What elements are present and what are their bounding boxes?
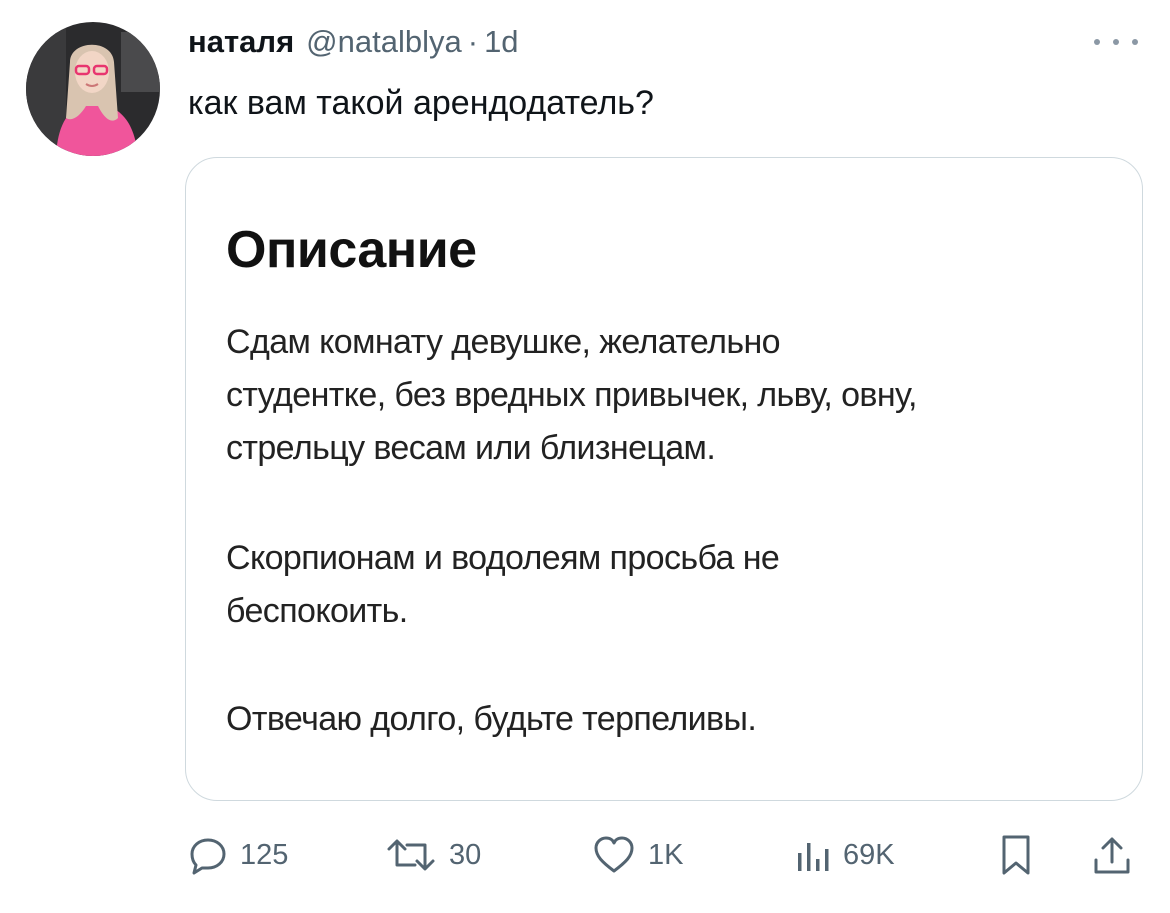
reply-count: 125 xyxy=(240,838,289,871)
profile-photo xyxy=(26,22,160,156)
user-handle[interactable]: @natalblya xyxy=(306,24,462,60)
share-icon xyxy=(1094,837,1130,874)
views-icon xyxy=(798,843,829,871)
retweet-icon xyxy=(387,839,435,871)
avatar[interactable] xyxy=(26,22,160,156)
retweet-button[interactable]: 30 xyxy=(385,830,481,880)
timestamp[interactable]: 1d xyxy=(484,24,518,60)
bookmark-icon xyxy=(1002,835,1030,875)
views-button[interactable]: 69K xyxy=(795,830,895,880)
like-count: 1K xyxy=(648,838,684,871)
media-title: Описание xyxy=(226,221,477,279)
retweet-count: 30 xyxy=(449,838,482,871)
action-bar: 125 30 1K 69K xyxy=(0,830,1170,880)
reply-button[interactable]: 125 xyxy=(188,830,288,880)
bookmark-button[interactable] xyxy=(1000,830,1032,880)
media-paragraph: Скорпионам и водолеям просьба не беспоко… xyxy=(226,532,780,638)
media-line: Сдам комнату девушке, желательно xyxy=(226,323,781,361)
media-line: стрельцу весам или близнецам. xyxy=(226,429,716,467)
media-line: Скорпионам и водолеям просьба не xyxy=(226,539,780,577)
media-paragraph: Отвечаю долго, будьте терпеливы. xyxy=(226,693,757,746)
media-line: студентке, без вредных привычек, льву, о… xyxy=(226,376,917,414)
media-image[interactable]: Описание Сдам комнату девушке, желательн… xyxy=(185,157,1143,801)
media-line: Отвечаю долго, будьте терпеливы. xyxy=(226,700,757,738)
views-count: 69K xyxy=(843,838,895,871)
separator-dot: · xyxy=(467,24,479,59)
media-line: беспокоить. xyxy=(226,592,408,630)
like-button[interactable]: 1K xyxy=(592,830,683,880)
heart-icon xyxy=(594,836,634,873)
media-paragraph: Сдам комнату девушке, желательно студент… xyxy=(226,316,917,475)
display-name[interactable]: наталя xyxy=(188,24,294,60)
reply-icon xyxy=(190,838,226,875)
share-button[interactable] xyxy=(1092,830,1132,880)
tweet-text: как вам такой арендодатель? xyxy=(188,84,654,122)
tweet-header: наталя @natalblya · 1d xyxy=(188,24,519,64)
more-horizontal-icon[interactable] xyxy=(1094,34,1138,50)
